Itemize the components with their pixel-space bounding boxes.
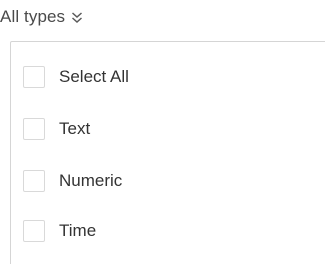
option-label: Time <box>59 221 97 240</box>
type-dropdown-panel: Select All Text Numeric Time <box>10 41 325 264</box>
option-time[interactable]: Time <box>23 217 96 245</box>
type-filter: All types Select All Text Numeric Time <box>0 0 325 264</box>
checkbox-text[interactable] <box>23 118 45 140</box>
option-label: Select All <box>59 67 129 86</box>
option-label: Text <box>59 119 91 138</box>
option-label: Numeric <box>59 171 123 190</box>
double-chevron-down-icon <box>71 10 83 24</box>
checkbox-time[interactable] <box>23 220 45 242</box>
option-numeric[interactable]: Numeric <box>23 167 122 195</box>
checkbox-select-all[interactable] <box>23 66 45 88</box>
option-text[interactable]: Text <box>23 115 90 143</box>
type-filter-toggle[interactable]: All types <box>0 6 83 28</box>
checkbox-numeric[interactable] <box>23 170 45 192</box>
type-filter-label: All types <box>0 7 66 26</box>
option-select-all[interactable]: Select All <box>23 63 129 91</box>
